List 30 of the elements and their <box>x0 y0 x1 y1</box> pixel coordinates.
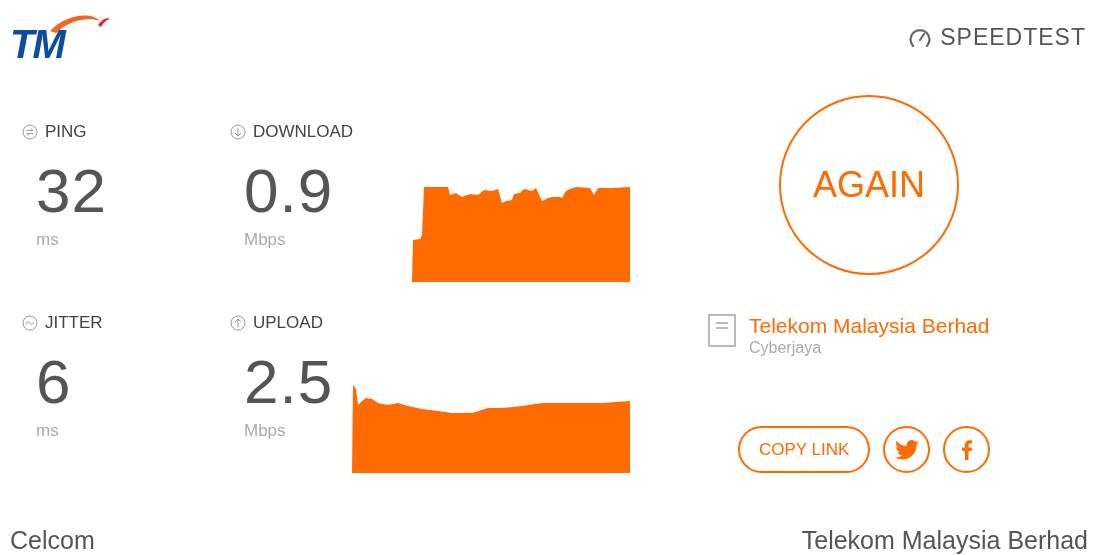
metric-label: UPLOAD <box>253 313 323 333</box>
twitter-button[interactable] <box>883 426 931 473</box>
wave-icon <box>22 315 38 331</box>
document-icon <box>708 314 736 347</box>
server-name[interactable]: Telekom Malaysia Berhad <box>749 314 990 338</box>
metric-value: 32 <box>36 156 107 226</box>
metric-value: 2.5 <box>244 347 334 417</box>
brand-name: SPEEDTEST <box>940 24 1086 51</box>
metric-label: JITTER <box>45 313 103 333</box>
metric-unit: Mbps <box>244 230 287 250</box>
server-provider: Telekom Malaysia Berhad <box>801 525 1088 555</box>
metric-value: 6 <box>36 347 73 417</box>
metric-unit: ms <box>36 230 60 250</box>
gauge-icon <box>908 26 933 49</box>
again-button[interactable]: AGAIN <box>779 95 959 275</box>
isp-name: Celcom <box>10 525 95 555</box>
facebook-button[interactable] <box>943 426 991 473</box>
metric-label: DOWNLOAD <box>253 122 354 142</box>
logo-text: TM <box>10 29 64 59</box>
metric-label: PING <box>45 122 87 142</box>
metric-unit: Mbps <box>244 421 287 441</box>
bird-icon <box>894 439 919 460</box>
f-icon <box>961 439 972 460</box>
metric-unit: ms <box>36 421 60 441</box>
metric-value: 0.9 <box>244 156 335 226</box>
download-icon <box>230 124 246 140</box>
copy-link-button[interactable]: COPY LINK <box>738 426 871 473</box>
swap-icon <box>22 124 38 140</box>
upload-icon <box>230 315 246 331</box>
server-location: Cyberjaya <box>749 338 823 358</box>
